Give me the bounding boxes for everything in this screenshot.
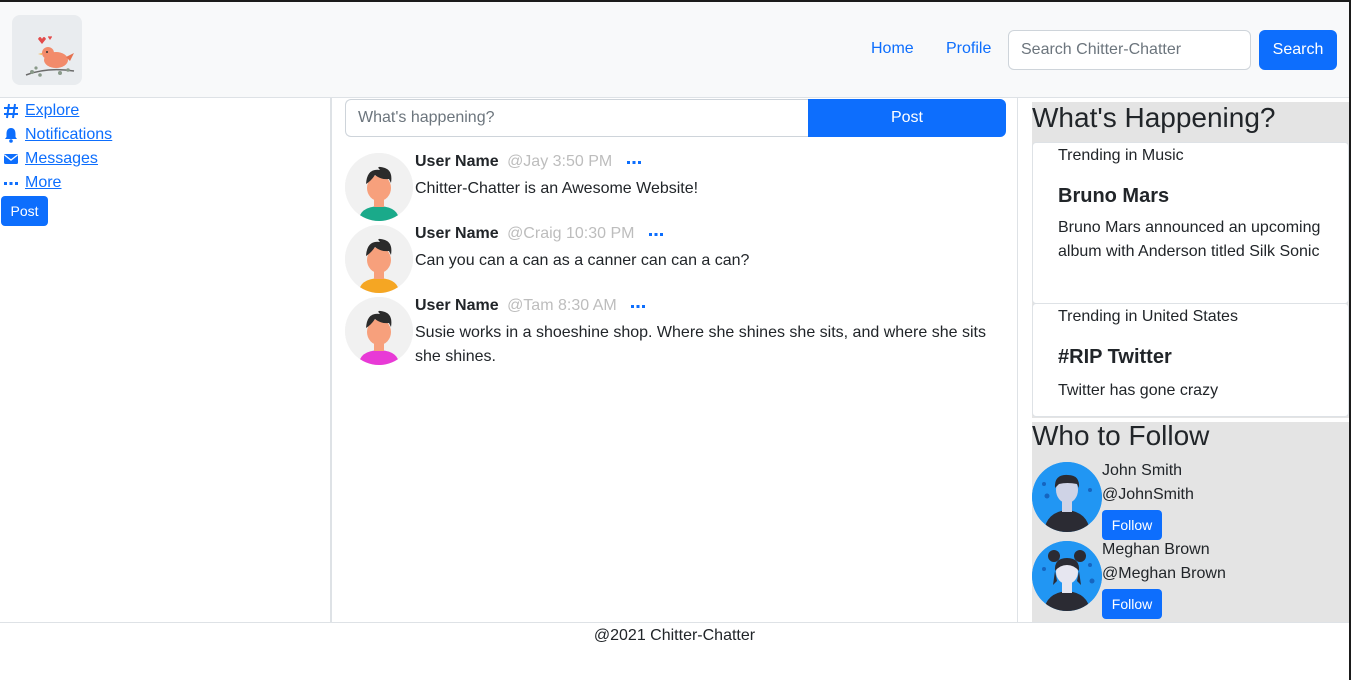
navbar: Home Profile Search xyxy=(0,2,1349,98)
sidebar-item-label: Notifications xyxy=(25,126,113,143)
sidebar-item-messages[interactable]: Messages xyxy=(3,150,98,168)
search-button[interactable]: Search xyxy=(1259,30,1337,70)
sidebar-item-label: Messages xyxy=(25,150,98,167)
tweet-text: Can you can a can as a canner can can a … xyxy=(415,252,750,269)
tweet-options-icon[interactable] xyxy=(626,153,641,171)
tweet-user-name[interactable]: User Name xyxy=(415,225,499,242)
compose-post-button[interactable]: Post xyxy=(808,99,1006,137)
bird-logo-icon[interactable] xyxy=(12,15,82,85)
sidebar-post-button[interactable]: Post xyxy=(1,196,48,226)
tweet-handle[interactable]: @Tam xyxy=(507,297,553,314)
who-to-follow-title: Who to Follow xyxy=(1032,420,1210,451)
tweet-time: 10:30 PM xyxy=(566,225,635,243)
user-avatar[interactable] xyxy=(1032,462,1102,532)
dots-icon xyxy=(4,182,18,185)
follow-user-handle: @Meghan Brown xyxy=(1102,565,1226,582)
who-to-follow-panel: Who to Follow John Smith @JohnSmith Foll… xyxy=(1032,420,1349,622)
trend-description: Twitter has gone crazy xyxy=(1058,382,1219,399)
right-sidebar: What's Happening? Trending in Music Brun… xyxy=(1018,98,1349,622)
tweet-user-name[interactable]: User Name xyxy=(415,153,499,170)
tweet-time: 8:30 AM xyxy=(557,297,617,315)
nav-profile-link[interactable]: Profile xyxy=(946,40,991,58)
sidebar-item-more[interactable]: More xyxy=(3,174,61,192)
trend-category: Trending in United States xyxy=(1058,308,1238,325)
bell-icon xyxy=(5,128,17,143)
left-sidebar: Explore Notifications Messages More Post xyxy=(0,98,331,622)
tweet-options-icon[interactable] xyxy=(648,225,663,243)
hashtag-icon xyxy=(4,103,18,119)
follow-user-name[interactable]: Meghan Brown xyxy=(1102,541,1210,559)
envelope-icon xyxy=(4,154,18,164)
user-avatar[interactable] xyxy=(1032,541,1102,611)
whats-happening-title: What's Happening? xyxy=(1032,102,1276,133)
trend-name[interactable]: Bruno Mars xyxy=(1058,185,1169,208)
tweet-time: 3:50 PM xyxy=(552,153,613,171)
trend-description: Bruno Mars announced an upcoming album w… xyxy=(1058,219,1321,260)
user-avatar[interactable] xyxy=(345,225,413,293)
follow-button[interactable]: Follow xyxy=(1102,510,1162,540)
follow-suggestion: John Smith @JohnSmith Follow xyxy=(1032,462,1349,540)
follow-user-handle: @JohnSmith xyxy=(1102,486,1194,503)
tweet-handle[interactable]: @Craig xyxy=(507,225,561,242)
follow-button[interactable]: Follow xyxy=(1102,589,1162,619)
feed-column: Post User Name @Jay 3:50 PM Chitter-Chat… xyxy=(331,98,1018,622)
compose-input[interactable] xyxy=(345,99,809,137)
tweet: User Name @Craig 10:30 PM Can you can a … xyxy=(345,225,1005,295)
search-input[interactable] xyxy=(1008,30,1251,70)
sidebar-item-explore[interactable]: Explore xyxy=(3,102,79,120)
trend-name[interactable]: #RIP Twitter xyxy=(1058,346,1172,369)
user-avatar[interactable] xyxy=(345,153,413,221)
tweet: User Name @Tam 8:30 AM Susie works in a … xyxy=(345,297,1005,367)
tweet: User Name @Jay 3:50 PM Chitter-Chatter i… xyxy=(345,153,1005,223)
footer-copyright: @2021 Chitter-Chatter xyxy=(593,627,756,644)
whats-happening-panel: What's Happening? Trending in Music Brun… xyxy=(1032,102,1349,418)
sidebar-item-label: Explore xyxy=(25,102,80,119)
tweet-text: Chitter-Chatter is an Awesome Website! xyxy=(415,180,699,197)
footer: @2021 Chitter-Chatter xyxy=(0,622,1349,680)
tweet-user-name[interactable]: User Name xyxy=(415,297,499,314)
follow-suggestion: Meghan Brown @Meghan Brown Follow xyxy=(1032,541,1349,619)
trend-category: Trending in Music xyxy=(1058,147,1184,164)
sidebar-item-label: More xyxy=(25,174,62,191)
tweet-text: Susie works in a shoeshine shop. Where s… xyxy=(415,324,986,365)
user-avatar[interactable] xyxy=(345,297,413,365)
sidebar-item-notifications[interactable]: Notifications xyxy=(3,126,112,144)
follow-user-name[interactable]: John Smith xyxy=(1102,462,1182,480)
trend-card[interactable]: Trending in United States #RIP Twitter T… xyxy=(1032,303,1349,417)
tweet-handle[interactable]: @Jay xyxy=(507,153,548,170)
nav-home-link[interactable]: Home xyxy=(871,40,914,58)
tweet-options-icon[interactable] xyxy=(631,297,646,315)
trend-card[interactable]: Trending in Music Bruno Mars Bruno Mars … xyxy=(1032,142,1349,304)
